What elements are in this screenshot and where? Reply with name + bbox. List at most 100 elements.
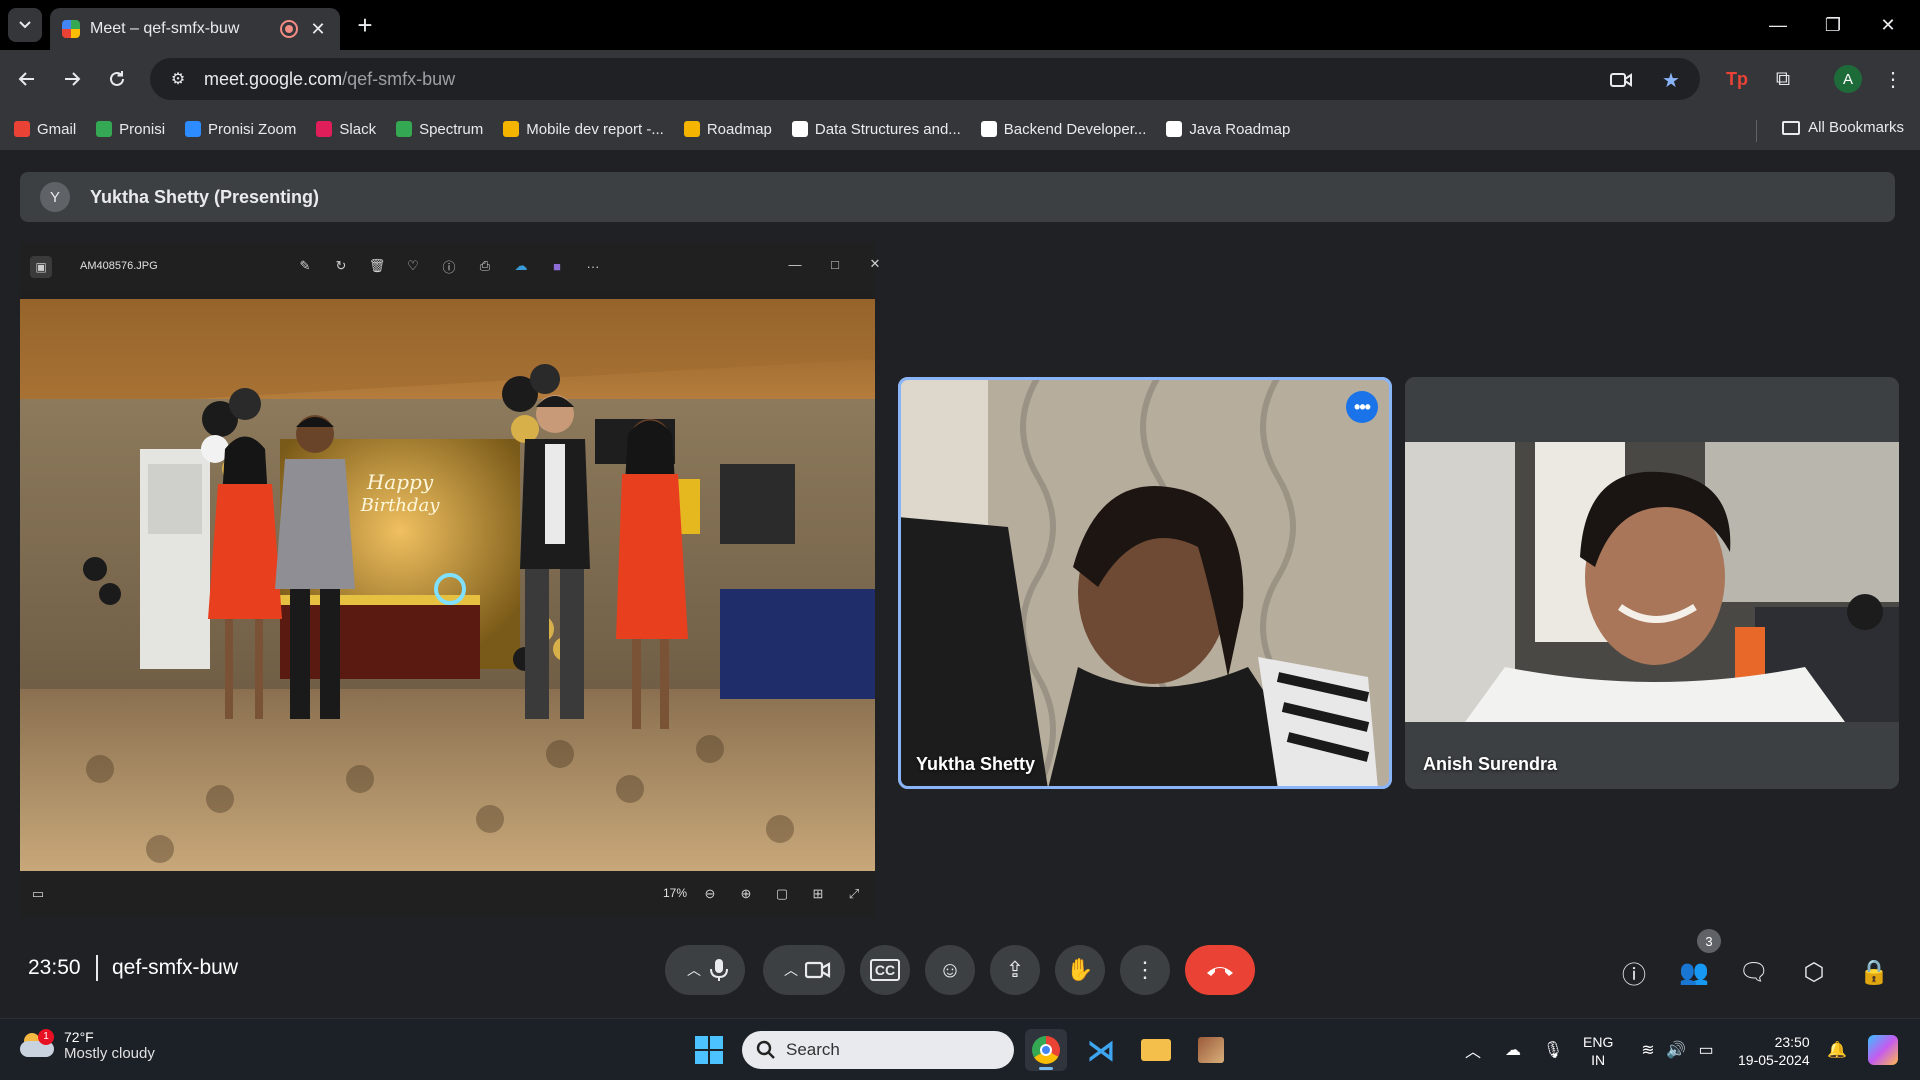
folder-icon: [1141, 1039, 1171, 1061]
back-button[interactable]: [10, 62, 44, 96]
activities-button[interactable]: ⬡: [1792, 950, 1836, 994]
reload-icon: [110, 71, 124, 86]
print-icon: ⎙: [479, 258, 491, 273]
captions-button[interactable]: CC: [860, 945, 910, 995]
window-minimize-button[interactable]: —: [1755, 8, 1801, 42]
chrome-icon: [1032, 1036, 1060, 1064]
audio-settings-chevron-icon[interactable]: ︿: [680, 960, 708, 980]
browser-tab-strip: Meet – qef-smfx-buw ✕ + — ❐ ✕: [0, 0, 1920, 50]
participant-tile-anish[interactable]: Anish Surendra: [1405, 377, 1899, 789]
participant-more-options-button[interactable]: •••: [1346, 391, 1378, 423]
presenter-label: Yuktha Shetty (Presenting): [90, 186, 320, 207]
tray-overflow-icon[interactable]: ︿: [1462, 1039, 1484, 1061]
bookmark-label: Java Roadmap: [1189, 120, 1291, 138]
meet-favicon-icon: [62, 20, 80, 38]
info-icon: ⓘ: [1622, 961, 1646, 989]
bookmark-item[interactable]: Java Roadmap: [1166, 121, 1290, 138]
bookmark-favicon-icon: [791, 121, 808, 137]
onedrive-cloud-icon: ☁: [514, 258, 528, 273]
actual-size-icon: ⊞: [812, 886, 824, 901]
tab-close-icon[interactable]: ✕: [308, 19, 328, 40]
tab-search-button[interactable]: [8, 8, 42, 42]
bookmark-favicon-icon: [396, 121, 413, 137]
party-photo-illustration: Happy Birthday: [20, 299, 875, 871]
participant-tile-yuktha[interactable]: ••• Yuktha Shetty: [898, 377, 1392, 789]
photo-viewer-statusbar: ▭ 17% ⊖ ⊕ ▢ ⊞ ⤢: [20, 871, 875, 917]
camera-control[interactable]: ︿: [763, 945, 845, 995]
onedrive-icon[interactable]: ☁: [1502, 1039, 1524, 1061]
more-options-button[interactable]: ⋮: [1120, 945, 1170, 995]
extension-tp-icon[interactable]: Tp: [1724, 66, 1750, 92]
zoom-in-icon: ⊕: [740, 886, 752, 901]
video-settings-chevron-icon[interactable]: ︿: [777, 960, 805, 980]
forward-button[interactable]: [55, 62, 89, 96]
bookmark-label: Mobile dev report -...: [526, 120, 664, 138]
host-controls-button[interactable]: 🔒: [1852, 950, 1896, 994]
taskbar-file-explorer[interactable]: [1135, 1029, 1177, 1071]
bookmark-favicon-icon: [14, 121, 30, 137]
address-bar[interactable]: ⚙ meet.google.com/qef-smfx-buw ★: [150, 58, 1700, 100]
chrome-menu-icon[interactable]: ⋮: [1880, 66, 1906, 92]
microphone-in-use-icon[interactable]: 🎙: [1542, 1039, 1564, 1061]
participant-name: Yuktha Shetty: [916, 754, 1036, 774]
camera-in-use-icon[interactable]: [1608, 67, 1634, 93]
bookmark-item[interactable]: Roadmap: [683, 120, 772, 138]
photo-minimize-icon: —: [788, 256, 802, 272]
start-button[interactable]: [688, 1029, 730, 1071]
bookmark-favicon-icon: [1166, 121, 1183, 137]
window-restore-button[interactable]: ❐: [1810, 8, 1856, 42]
microphone-icon: [710, 959, 728, 981]
wifi-icon[interactable]: ≋: [1637, 1039, 1659, 1061]
people-button[interactable]: 👥: [1672, 950, 1716, 994]
taskbar-chrome[interactable]: [1025, 1029, 1067, 1071]
bookmark-item[interactable]: Backend Developer...: [980, 120, 1147, 138]
microphone-control[interactable]: ︿: [665, 945, 745, 995]
tab-title: Meet – qef-smfx-buw: [90, 20, 240, 37]
meeting-details-button[interactable]: ⓘ: [1612, 950, 1656, 994]
browser-tab-meet[interactable]: Meet – qef-smfx-buw ✕: [50, 8, 340, 50]
weather-widget[interactable]: 1 72°F Mostly cloudy: [20, 1028, 155, 1062]
bookmark-label: Roadmap: [706, 120, 772, 138]
volume-icon[interactable]: 🔊: [1665, 1039, 1687, 1061]
bookmark-star-icon[interactable]: ★: [1658, 67, 1684, 93]
svg-text:Happy: Happy: [366, 470, 434, 494]
extensions-puzzle-icon[interactable]: ⧉: [1770, 66, 1796, 92]
new-tab-button[interactable]: +: [350, 10, 380, 40]
leave-call-button[interactable]: [1185, 945, 1255, 995]
bookmark-item[interactable]: Pronisi Zoom: [185, 121, 296, 138]
photo-close-icon: ✕: [869, 256, 881, 271]
window-close-button[interactable]: ✕: [1865, 8, 1911, 42]
bookmark-item[interactable]: Spectrum: [396, 121, 483, 138]
raise-hand-button[interactable]: ✋: [1055, 945, 1105, 995]
bookmark-item[interactable]: Gmail: [14, 121, 76, 138]
reload-button[interactable]: [100, 62, 134, 96]
present-screen-button[interactable]: ⇪: [990, 945, 1040, 995]
chat-button[interactable]: 🗨: [1732, 950, 1776, 994]
browser-toolbar: ⚙ meet.google.com/qef-smfx-buw ★ Tp ⧉ A …: [0, 50, 1920, 108]
reactions-button[interactable]: ☺: [925, 945, 975, 995]
profile-avatar[interactable]: A: [1834, 65, 1862, 93]
bookmark-item[interactable]: Data Structures and...: [791, 121, 961, 138]
battery-icon[interactable]: ▭: [1695, 1039, 1717, 1061]
bookmark-item[interactable]: Slack: [316, 121, 376, 138]
arrow-left-icon: [18, 72, 34, 86]
bookmark-label: Backend Developer...: [1003, 120, 1147, 138]
copilot-icon[interactable]: [1868, 1035, 1898, 1065]
weather-description: Mostly cloudy: [64, 1045, 155, 1062]
site-info-icon[interactable]: ⚙: [166, 67, 190, 91]
language-code: ENG: [1583, 1034, 1614, 1050]
language-region: IN: [1591, 1052, 1606, 1068]
taskbar-vscode[interactable]: ⋊: [1080, 1029, 1122, 1071]
input-language-indicator[interactable]: ENG IN: [1583, 1033, 1613, 1069]
notifications-icon[interactable]: 🔔: [1826, 1039, 1848, 1061]
bookmark-item[interactable]: Mobile dev report -...: [503, 121, 664, 138]
taskbar-photos[interactable]: [1190, 1029, 1232, 1071]
all-bookmarks-button[interactable]: All Bookmarks: [1782, 119, 1904, 136]
photos-app-icon: [1198, 1037, 1224, 1063]
meet-stage: Y Yuktha Shetty (Presenting) ▣ AM408576.…: [0, 150, 1920, 1018]
bookmark-item[interactable]: Pronisi: [96, 121, 165, 138]
hang-up-icon: [1207, 967, 1233, 976]
fullscreen-icon: ⤢: [848, 886, 860, 901]
system-clock[interactable]: 23:50 19-05-2024: [1738, 1033, 1810, 1069]
taskbar-search-box[interactable]: Search: [742, 1031, 1014, 1069]
